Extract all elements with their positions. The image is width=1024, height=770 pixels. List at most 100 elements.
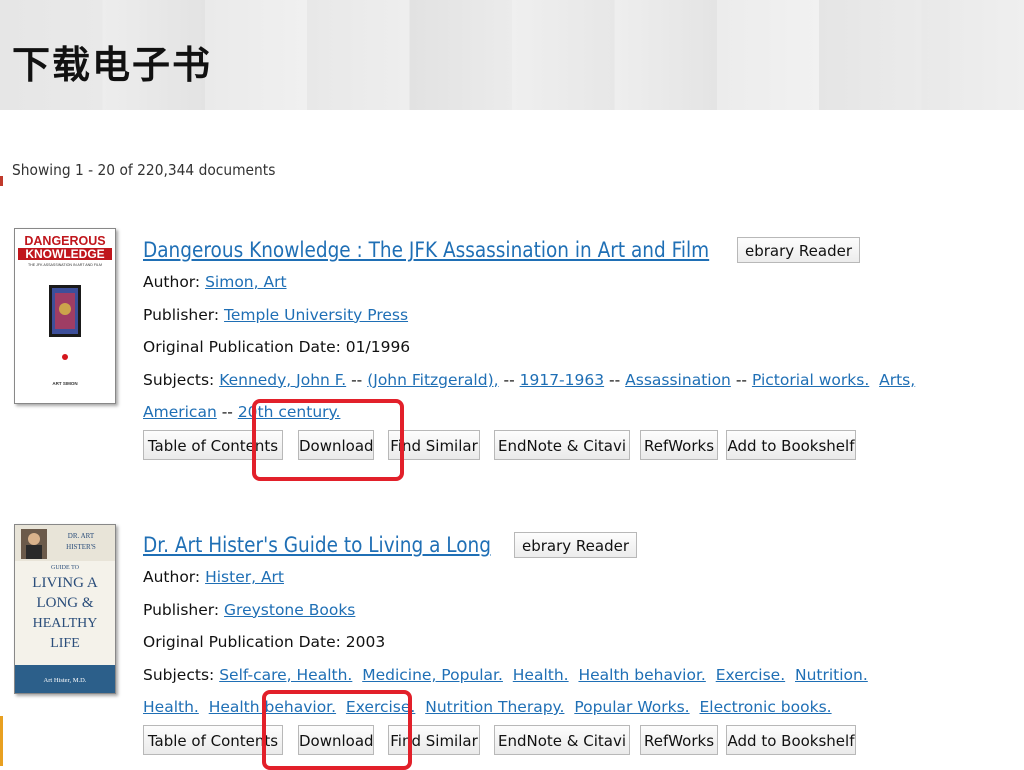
find-similar-button[interactable]: Find Similar (388, 724, 480, 755)
author-label: Author: (143, 568, 201, 586)
endnote-citavi-button[interactable]: EndNote & Citavi (494, 429, 630, 460)
page-title: 下载电子书 (12, 43, 213, 87)
download-button[interactable]: Download (298, 724, 374, 755)
refworks-button[interactable]: RefWorks (640, 429, 718, 460)
subject-link[interactable]: Nutrition. (795, 666, 868, 684)
cover-line: HISTER'S (66, 543, 96, 551)
subject-separator (415, 698, 425, 716)
subject-separator (199, 698, 209, 716)
cover-line: GUIDE TO (51, 565, 80, 571)
publisher-label: Publisher: (143, 600, 220, 619)
ebrary-reader-button[interactable]: ebrary Reader (737, 237, 861, 263)
subject-separator (564, 698, 574, 716)
subject-link[interactable]: 20th century. (238, 403, 341, 421)
publisher-link[interactable]: Temple University Press (224, 306, 408, 324)
subject-link[interactable]: American (143, 403, 217, 421)
book-cover-image: DR. ART HISTER'S GUIDE TO LIVING A LONG … (15, 525, 115, 693)
subject-link[interactable]: Health. (513, 666, 569, 684)
subjects-line-2: Health. Health behavior. Exercise. Nutri… (143, 698, 832, 716)
record-title-link[interactable]: Dr. Art Hister's Guide to Living a Long (143, 533, 491, 557)
publisher-label: Publisher: (143, 305, 220, 324)
slide-header: 下载电子书 (0, 0, 1024, 110)
author-label: Author: (143, 273, 201, 291)
pubdate-label: Original Publication Date: (143, 633, 341, 651)
subjects-label: Subjects: (143, 665, 215, 684)
cover-title-bottom: KNOWLEDGE (25, 247, 104, 261)
subject-link[interactable]: Assassination (625, 371, 731, 389)
subject-link[interactable]: Medicine, Popular. (362, 666, 503, 684)
author-field: Author: Hister, Art (143, 561, 1004, 594)
pubdate-value: 01/1996 (345, 338, 411, 356)
subject-link[interactable]: 1917-1963 (520, 371, 605, 389)
subject-link[interactable]: Electronic books. (699, 698, 831, 716)
subjects-field: Subjects: Self-care, Health. Medicine, P… (143, 659, 1004, 692)
subject-link[interactable]: Health behavior. (209, 698, 336, 716)
add-to-bookshelf-button[interactable]: Add to Bookshelf (726, 724, 856, 755)
subjects-line-1: Self-care, Health. Medicine, Popular. He… (219, 666, 868, 684)
pubdate-field: Original Publication Date: 01/1996 (143, 331, 1004, 364)
endnote-citavi-button[interactable]: EndNote & Citavi (494, 724, 630, 755)
subject-separator (706, 666, 716, 684)
subject-separator: -- (498, 370, 520, 389)
subject-separator (503, 666, 513, 684)
subject-separator: -- (604, 370, 626, 389)
subject-separator: -- (216, 403, 238, 421)
author-link[interactable]: Hister, Art (205, 568, 284, 586)
cover-title-top: DANGEROUS (24, 234, 105, 248)
subject-separator (869, 371, 879, 389)
subjects-continuation: Health. Health behavior. Exercise. Nutri… (143, 691, 1004, 724)
subject-separator: -- (730, 370, 752, 389)
subjects-label: Subjects: (143, 370, 215, 389)
find-similar-button[interactable]: Find Similar (388, 429, 480, 460)
download-button[interactable]: Download (298, 429, 374, 460)
book-cover[interactable]: DANGEROUS KNOWLEDGE THE JFK ASSASSINATIO… (14, 228, 116, 404)
table-of-contents-button[interactable]: Table of Contents (143, 724, 283, 755)
record-title-link[interactable]: Dangerous Knowledge : The JFK Assassinat… (143, 238, 709, 262)
table-of-contents-button[interactable]: Table of Contents (143, 429, 283, 460)
cover-line: HEALTHY (33, 616, 98, 631)
cover-line: DR. ART (68, 532, 95, 540)
subject-link[interactable]: Pictorial works. (752, 371, 869, 389)
subject-separator (690, 698, 700, 716)
action-buttons: Table of Contents Download Find Similar … (143, 429, 1004, 462)
subject-link[interactable]: Kennedy, John F. (219, 371, 346, 389)
publisher-field: Publisher: Temple University Press (143, 299, 1004, 332)
left-edge-marker (0, 176, 3, 186)
record-metadata: Dr. Art Hister's Guide to Living a Long … (143, 529, 1004, 757)
results-summary: Showing 1 - 20 of 220,344 documents (12, 161, 276, 179)
pubdate-field: Original Publication Date: 2003 (143, 626, 1004, 659)
book-cover-image: DANGEROUS KNOWLEDGE THE JFK ASSASSINATIO… (15, 229, 115, 403)
subject-link[interactable]: Nutrition Therapy. (425, 698, 564, 716)
ebrary-reader-button[interactable]: ebrary Reader (514, 532, 638, 558)
subject-link[interactable]: Health behavior. (578, 666, 705, 684)
refworks-button[interactable]: RefWorks (640, 724, 718, 755)
subject-link[interactable]: Arts, (879, 371, 915, 389)
left-edge-marker (0, 716, 3, 766)
cover-author: Art Hister, M.D. (44, 677, 87, 684)
action-buttons: Table of Contents Download Find Similar … (143, 724, 1004, 757)
subject-link[interactable]: (John Fitzgerald), (367, 371, 498, 389)
author-field: Author: Simon, Art (143, 266, 1004, 299)
subject-separator: -- (346, 370, 368, 389)
author-link[interactable]: Simon, Art (205, 273, 286, 291)
pubdate-value: 2003 (345, 633, 386, 651)
subjects-line-1: Kennedy, John F. -- (John Fitzgerald), -… (219, 371, 915, 389)
subject-link[interactable]: Popular Works. (574, 698, 689, 716)
cover-line: LIFE (50, 636, 80, 651)
record-metadata: Dangerous Knowledge : The JFK Assassinat… (143, 234, 1004, 462)
subject-link[interactable]: Self-care, Health. (219, 666, 352, 684)
book-cover[interactable]: DR. ART HISTER'S GUIDE TO LIVING A LONG … (14, 524, 116, 694)
publisher-link[interactable]: Greystone Books (224, 601, 355, 619)
subject-link[interactable]: Exercise. (716, 666, 785, 684)
add-to-bookshelf-button[interactable]: Add to Bookshelf (726, 429, 856, 460)
subjects-line-2: American -- 20th century. (143, 403, 340, 421)
publisher-field: Publisher: Greystone Books (143, 594, 1004, 627)
subject-separator (785, 666, 795, 684)
subjects-field: Subjects: Kennedy, John F. -- (John Fitz… (143, 364, 1004, 397)
subject-link[interactable]: Exercise. (346, 698, 415, 716)
cover-author: ART SIMON (52, 381, 77, 386)
subject-link[interactable]: Health. (143, 698, 199, 716)
subject-separator (352, 666, 362, 684)
subject-separator (336, 698, 346, 716)
pubdate-label: Original Publication Date: (143, 338, 341, 356)
